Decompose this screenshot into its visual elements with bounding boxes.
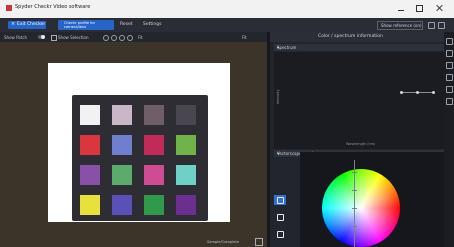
settings-button[interactable]: Settings [143,22,161,27]
toolbar: × Exit Checker Checkr profile for camera… [0,18,454,32]
color-patch[interactable] [144,105,164,125]
color-patch[interactable] [144,195,164,215]
show-patch-label: Show Patch [4,35,28,40]
spectrum-handle-mid[interactable] [416,91,419,94]
color-patch[interactable] [80,105,100,125]
axis-tick [352,208,357,209]
chevron-up-icon: ▴ [277,44,280,49]
show-patch-toggle[interactable] [38,35,45,39]
exit-checker-label: Exit Checker [17,22,46,27]
color-patch[interactable] [176,105,196,125]
window-title: Spyder Checkr Video software [15,4,91,10]
panel-icon[interactable] [446,38,453,45]
exit-checker-button[interactable]: × Exit Checker [8,21,46,29]
profile-button[interactable]: Checkr profile for camera/lens [58,20,114,30]
color-patch[interactable] [80,165,100,185]
help-icon[interactable] [428,22,435,29]
color-patch[interactable] [144,165,164,185]
camera-icon[interactable] [446,74,453,81]
vector-tool-button[interactable] [274,195,286,205]
gamut-icon [277,231,284,238]
spectrum-section-header[interactable]: Spectrum ▴ [274,44,444,51]
export-icon[interactable] [446,98,453,105]
color-patch[interactable] [144,135,164,155]
spectrum-y-label: Intensity [276,89,280,104]
info-panel: Color / spectrum information Spectrum ▴ … [270,32,444,247]
color-checker-chart [72,95,208,221]
spectrum-plot [274,52,444,149]
color-wheel[interactable] [322,169,400,247]
spectrum-handle-left[interactable] [400,91,403,94]
gear-icon[interactable] [446,86,453,93]
show-reference-toggle[interactable]: Show reference (on) [377,21,423,30]
axis-tick [352,172,357,173]
zoom-level-label: Fit [242,35,247,40]
color-patch[interactable] [112,135,132,155]
viewer-toolbar: Show Patch Show Selection Fit Fit [0,32,267,42]
title-bar: Spyder Checkr Video software [0,0,454,18]
info-icon[interactable] [446,50,453,57]
profile-label-line2: camera/lens [64,25,87,29]
color-patch[interactable] [80,195,100,215]
axis-tick [352,226,357,227]
reset-button[interactable]: Reset [120,22,133,27]
rotate-icon[interactable] [119,35,125,41]
show-reference-label: Show reference (on) [381,23,422,28]
color-patch[interactable] [80,135,100,155]
settings-icon[interactable] [438,22,445,29]
app-icon [6,5,12,11]
app-window: Spyder Checkr Video software × Exit Chec… [0,0,454,247]
spectrum-handle-right[interactable] [432,91,435,94]
color-patch[interactable] [176,165,196,185]
crop-icon[interactable] [127,35,133,41]
show-selection-label: Show Selection [58,35,89,40]
sample-icon[interactable] [255,238,263,246]
color-icon[interactable] [446,62,453,69]
show-selection-checkbox[interactable] [51,35,57,41]
color-patch[interactable] [112,105,132,125]
zoom-in-icon[interactable] [103,35,109,41]
minimize-button[interactable] [398,7,404,11]
vectorscope-tools [274,195,286,247]
axis-tick [352,190,357,191]
sample-complete-label: Sample/Complete [207,240,240,244]
panel-title-bar: Color / spectrum information [270,32,444,42]
vector-icon [277,197,284,204]
image-viewer: Show Patch Show Selection Fit Fit Sample… [0,32,267,247]
spectrum-x-label: Wavelength (nm) [346,142,376,146]
gamut-tool-button[interactable] [274,229,286,239]
close-button[interactable] [436,5,442,11]
zoom-fit-label[interactable]: Fit [138,35,143,40]
panel-title: Color / spectrum information [318,34,383,39]
close-icon: × [11,21,16,27]
side-toolbar [444,32,454,247]
color-patch[interactable] [176,135,196,155]
color-patch[interactable] [112,165,132,185]
color-patch[interactable] [112,195,132,215]
color-patch[interactable] [176,195,196,215]
zoom-out-icon[interactable] [111,35,117,41]
maximize-button[interactable] [416,5,423,12]
patch-icon [277,214,284,221]
vectorscope-axis [354,160,355,247]
patch-tool-button[interactable] [274,212,286,222]
